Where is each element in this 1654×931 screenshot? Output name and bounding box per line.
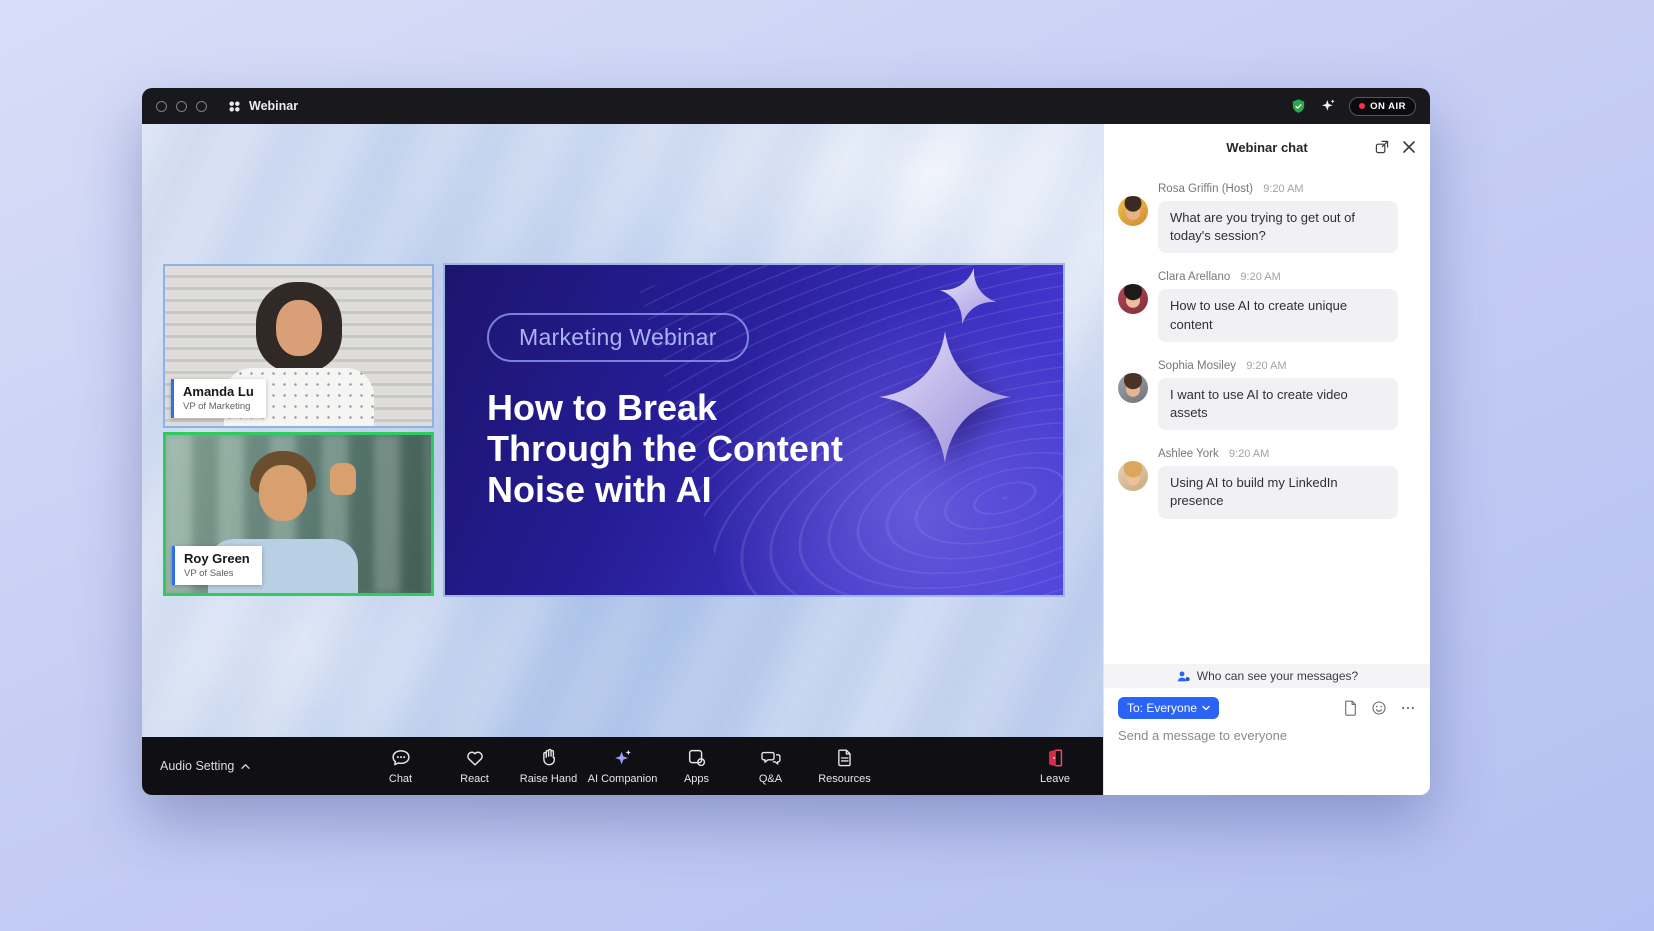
participant-name: Amanda Lu	[183, 384, 254, 399]
window-minimize-button[interactable]	[176, 101, 187, 112]
ai-companion-button[interactable]: AI Companion	[586, 742, 660, 790]
chat-message: Sophia Mosiley 9:20 AM I want to use AI …	[1118, 357, 1416, 430]
privacy-note[interactable]: Who can see your messages?	[1104, 664, 1430, 688]
participant-role: VP of Sales	[184, 568, 250, 579]
participant-role: VP of Marketing	[183, 401, 254, 412]
message-time: 9:20 AM	[1263, 183, 1303, 195]
more-icon[interactable]	[1400, 700, 1416, 716]
participant-tile-roy[interactable]: Roy Green VP of Sales	[163, 432, 434, 596]
avatar	[1118, 284, 1148, 314]
toolbar-center-buttons: Chat React Raise Hand	[364, 742, 882, 790]
message-time: 9:20 AM	[1240, 271, 1280, 283]
on-air-badge: ON AIR	[1349, 97, 1416, 116]
webinar-app-window: Webinar ON AIR	[142, 88, 1430, 795]
message-bubble: I want to use AI to create video assets	[1158, 378, 1398, 430]
shield-check-icon[interactable]	[1290, 98, 1307, 115]
chat-message: Rosa Griffin (Host) 9:20 AM What are you…	[1118, 180, 1416, 253]
close-icon[interactable]	[1402, 140, 1416, 154]
chat-title: Webinar chat	[1226, 140, 1307, 155]
heart-icon	[464, 747, 486, 769]
webinar-icon	[227, 99, 242, 114]
who-can-see-icon	[1176, 669, 1191, 684]
window-zoom-button[interactable]	[196, 101, 207, 112]
chat-message: Clara Arellano 9:20 AM How to use AI to …	[1118, 268, 1416, 341]
chat-message: Ashlee York 9:20 AM Using AI to build my…	[1118, 445, 1416, 518]
message-bubble: What are you trying to get out of today'…	[1158, 201, 1398, 253]
raise-hand-button[interactable]: Raise Hand	[512, 742, 586, 790]
apps-button[interactable]: Apps	[660, 742, 734, 790]
window-controls	[156, 101, 207, 112]
video-stage: Amanda Lu VP of Marketing Roy Green VP o	[142, 124, 1103, 737]
chat-footer: Who can see your messages? To: Everyone	[1104, 664, 1430, 795]
slide-title: How to Break Through the Content Noise w…	[487, 387, 843, 510]
slide-tag: Marketing Webinar	[487, 313, 749, 362]
chat-message-input[interactable]	[1104, 723, 1420, 743]
audio-setting-button[interactable]: Audio Setting	[160, 759, 251, 773]
qa-bubbles-icon	[760, 747, 782, 769]
to-everyone-selector[interactable]: To: Everyone	[1118, 697, 1219, 719]
app-title: Webinar	[249, 99, 298, 113]
message-sender: Rosa Griffin (Host)	[1158, 183, 1253, 195]
message-bubble: How to use AI to create unique content	[1158, 289, 1398, 341]
leave-button[interactable]: Leave	[1025, 742, 1085, 790]
chevron-up-icon	[240, 763, 251, 770]
chat-bubble-icon	[390, 747, 412, 769]
message-time: 9:20 AM	[1246, 360, 1286, 372]
participant-name: Roy Green	[184, 551, 250, 566]
decorative-star-icon	[934, 263, 1003, 330]
chat-button[interactable]: Chat	[364, 742, 438, 790]
resources-button[interactable]: Resources	[808, 742, 882, 790]
chat-panel: Webinar chat Rosa Griffin (Host)	[1103, 124, 1430, 795]
qa-button[interactable]: Q&A	[734, 742, 808, 790]
message-time: 9:20 AM	[1229, 448, 1269, 460]
window-close-button[interactable]	[156, 101, 167, 112]
app-title-group: Webinar	[227, 99, 298, 114]
on-air-label: ON AIR	[1370, 101, 1406, 112]
avatar	[1118, 373, 1148, 403]
ai-sparkle-icon	[612, 747, 634, 769]
react-button[interactable]: React	[438, 742, 512, 790]
apps-icon	[686, 747, 708, 769]
file-icon[interactable]	[1343, 700, 1358, 716]
raise-hand-icon	[538, 747, 560, 769]
shared-slide: Marketing Webinar How to Break Through t…	[443, 263, 1065, 597]
meeting-toolbar: Audio Setting Chat	[142, 737, 1103, 795]
message-sender: Sophia Mosiley	[1158, 360, 1236, 372]
decorative-star-icon	[879, 331, 1011, 463]
main-area: Amanda Lu VP of Marketing Roy Green VP o	[142, 124, 1103, 795]
audio-setting-label: Audio Setting	[160, 759, 234, 773]
chevron-down-icon	[1202, 705, 1210, 711]
titlebar-right: ON AIR	[1290, 97, 1416, 116]
participant-tile-amanda[interactable]: Amanda Lu VP of Marketing	[163, 264, 434, 428]
participant-nametag: Roy Green VP of Sales	[172, 546, 262, 585]
ai-sparkle-icon[interactable]	[1320, 98, 1336, 114]
avatar	[1118, 461, 1148, 491]
message-sender: Clara Arellano	[1158, 271, 1230, 283]
resources-icon	[834, 747, 856, 769]
emoji-icon[interactable]	[1371, 700, 1387, 716]
chat-header: Webinar chat	[1104, 124, 1430, 170]
chat-messages[interactable]: Rosa Griffin (Host) 9:20 AM What are you…	[1104, 170, 1430, 664]
popout-icon[interactable]	[1374, 139, 1390, 155]
compose-row: To: Everyone	[1104, 688, 1430, 723]
on-air-dot	[1359, 103, 1365, 109]
message-bubble: Using AI to build my LinkedIn presence	[1158, 466, 1398, 518]
participant-nametag: Amanda Lu VP of Marketing	[171, 379, 266, 418]
avatar	[1118, 196, 1148, 226]
titlebar: Webinar ON AIR	[142, 88, 1430, 124]
message-sender: Ashlee York	[1158, 448, 1219, 460]
leave-door-icon	[1044, 747, 1066, 769]
